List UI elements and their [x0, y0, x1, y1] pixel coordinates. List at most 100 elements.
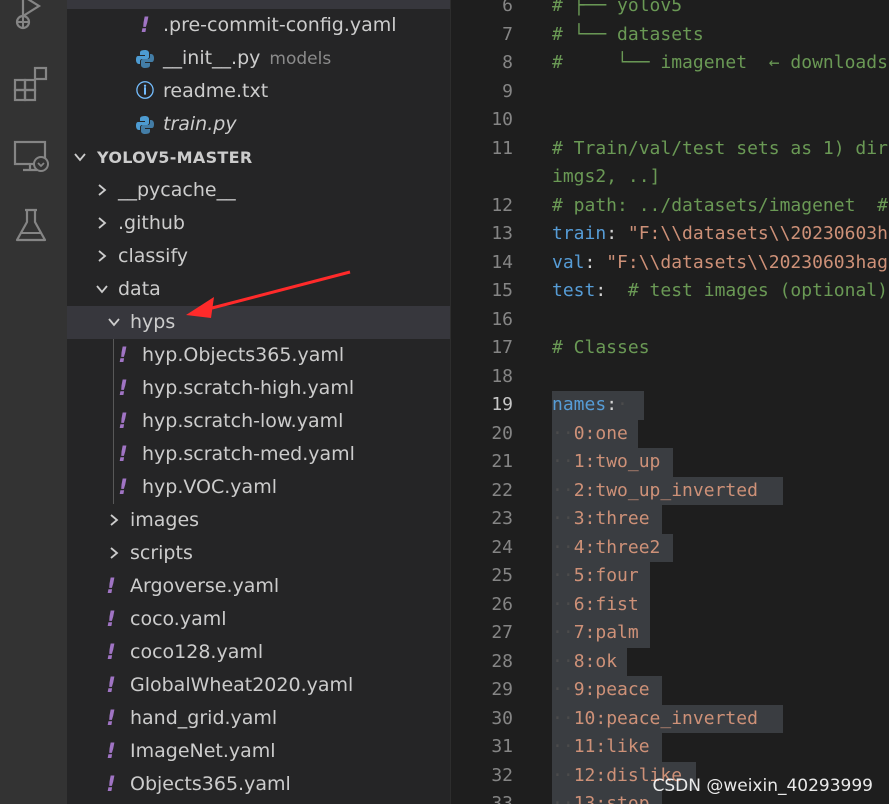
code-line[interactable]: # └── imagenet ← downloads	[552, 49, 888, 77]
code-line[interactable]: names:·	[552, 391, 628, 419]
line-number: 20	[491, 422, 513, 444]
folder-item[interactable]: images	[67, 504, 450, 537]
code-line[interactable]: ··0:one	[552, 420, 628, 448]
code-editor[interactable]: 6 # ├── yolov5 7 # └── datasets 8 # └── image…	[451, 0, 889, 804]
file-label: ImageNet.yaml	[130, 740, 276, 762]
file-item[interactable]: ! hyp.scratch-high.yaml	[67, 372, 450, 405]
chevron-down-icon	[96, 285, 108, 294]
code-line[interactable]: test: # test images (optional)	[552, 277, 888, 305]
file-item[interactable]: ! hyp.scratch-med.yaml	[67, 438, 450, 471]
code-line[interactable]: # path: ../datasets/imagenet #	[552, 192, 888, 220]
code-token: 2:two_up_inverted	[573, 479, 758, 501]
file-item[interactable]: ! Argoverse.yaml	[67, 570, 450, 603]
yaml-file-icon: !	[118, 376, 128, 400]
code-line[interactable]: # ├── yolov5	[552, 0, 682, 20]
line-number: 16	[491, 308, 513, 330]
code-line[interactable]: ··7:palm	[552, 619, 639, 647]
code-line[interactable]: val: "F:\\datasets\\20230603hag	[552, 249, 888, 277]
file-item[interactable]: ! hyp.Objects365.yaml	[67, 339, 450, 372]
yaml-file-icon: !	[106, 772, 116, 796]
code-token: :	[606, 223, 628, 244]
file-item[interactable]: ! hand_grid.yaml	[67, 702, 450, 735]
file-item[interactable]: ! ImageNet.yaml	[67, 735, 450, 768]
code-line[interactable]: ··1:two_up	[552, 448, 660, 476]
code-line[interactable]: # Classes	[552, 334, 650, 362]
folder-item[interactable]: data	[67, 273, 450, 306]
code-token: ··	[552, 736, 574, 757]
line-number: 13	[491, 223, 513, 244]
file-item[interactable]: ! hyp.scratch-low.yaml	[67, 405, 450, 438]
line-number: 32	[491, 764, 513, 786]
code-line[interactable]: ··11:like	[552, 733, 650, 761]
code-line[interactable]: # └── datasets	[552, 21, 704, 49]
code-token: 10:peace_inverted	[573, 707, 758, 729]
folder-item-hyps[interactable]: hyps	[67, 306, 450, 339]
code-line[interactable]: ··8:ok	[552, 648, 617, 676]
code-token: # ├── yolov5	[552, 0, 683, 16]
file-item[interactable]: ! coco.yaml	[67, 603, 450, 636]
folder-item[interactable]: .github	[67, 207, 450, 240]
line-number: 15	[491, 280, 513, 301]
remote-explorer-icon[interactable]	[11, 136, 51, 176]
code-token: # └── imagenet ← downloads	[552, 52, 888, 73]
code-line[interactable]: ··5:four	[552, 562, 639, 590]
line-number: 23	[491, 508, 513, 529]
folder-label: __pycache__	[118, 179, 236, 201]
code-token: val	[552, 251, 585, 273]
file-label: hyp.scratch-high.yaml	[142, 377, 355, 399]
folder-item[interactable]: classify	[67, 240, 450, 273]
code-line[interactable]: ··6:fist	[552, 591, 639, 619]
line-number: 11	[491, 137, 513, 159]
code-token: ··	[552, 508, 574, 529]
code-line[interactable]: ··9:peace	[552, 676, 650, 704]
code-token: test	[552, 280, 596, 301]
code-line[interactable]: ··13:stop	[552, 790, 650, 804]
file-item[interactable]: ! hyp.VOC.yaml	[67, 471, 450, 504]
file-item[interactable]: ! coco128.yaml	[67, 636, 450, 669]
code-token: :	[595, 280, 628, 301]
file-item[interactable]: __init__.py models	[67, 42, 450, 75]
chevron-down-icon	[74, 153, 86, 162]
file-item[interactable]: ! .pre-commit-config.yaml	[67, 9, 450, 42]
code-line[interactable]: ··10:peace_inverted	[552, 705, 758, 733]
explorer-sidebar: ! .pre-commit-config.yaml __init__.py mod…	[67, 0, 451, 804]
code-line[interactable]: imgs2, ..]	[552, 163, 660, 191]
testing-icon[interactable]	[11, 206, 51, 246]
run-debug-icon[interactable]	[11, 0, 51, 32]
yaml-file-icon: !	[106, 574, 116, 598]
code-token: 11:like	[573, 736, 650, 757]
file-label: coco.yaml	[130, 608, 227, 630]
file-label: Argoverse.yaml	[130, 575, 280, 597]
activity-bar	[0, 0, 67, 804]
code-token: # Train/val/test sets as 1) dir:	[552, 137, 889, 159]
code-line[interactable]: ··2:two_up_inverted	[552, 477, 758, 505]
code-token: 6:fist	[573, 593, 639, 615]
line-number: 21	[491, 451, 513, 472]
scrolled-item-edge	[67, 0, 450, 9]
code-token: ·	[617, 394, 628, 415]
code-line[interactable]: ··4:three2	[552, 534, 660, 562]
file-item[interactable]: ! GlobalWheat2020.yaml	[67, 669, 450, 702]
code-line[interactable]: train: "F:\\datasets\\20230603h	[552, 220, 888, 248]
folder-item[interactable]: scripts	[67, 537, 450, 570]
code-token: ··	[552, 650, 574, 672]
yaml-file-icon: !	[106, 640, 116, 664]
code-token: ··	[552, 679, 574, 700]
chevron-right-icon	[98, 250, 107, 262]
extensions-icon[interactable]	[11, 64, 51, 104]
code-token: ··	[552, 793, 574, 804]
line-number: 6	[502, 0, 513, 16]
file-item[interactable]: ! Objects365.yaml	[67, 768, 450, 801]
code-token: 8:ok	[573, 650, 618, 672]
file-item[interactable]: train.py	[67, 108, 450, 141]
chevron-right-icon	[110, 514, 119, 526]
code-line[interactable]: # Train/val/test sets as 1) dir:	[552, 135, 889, 163]
section-header[interactable]: YOLOV5-MASTER	[67, 141, 450, 174]
code-line[interactable]: ··3:three	[552, 505, 650, 533]
line-number: 9	[502, 80, 513, 102]
file-item[interactable]: ⓘ readme.txt	[67, 75, 450, 108]
folder-item[interactable]: __pycache__	[67, 174, 450, 207]
yaml-file-icon: !	[106, 739, 116, 763]
line-number: 12	[491, 194, 513, 216]
chevron-right-icon	[98, 217, 107, 229]
